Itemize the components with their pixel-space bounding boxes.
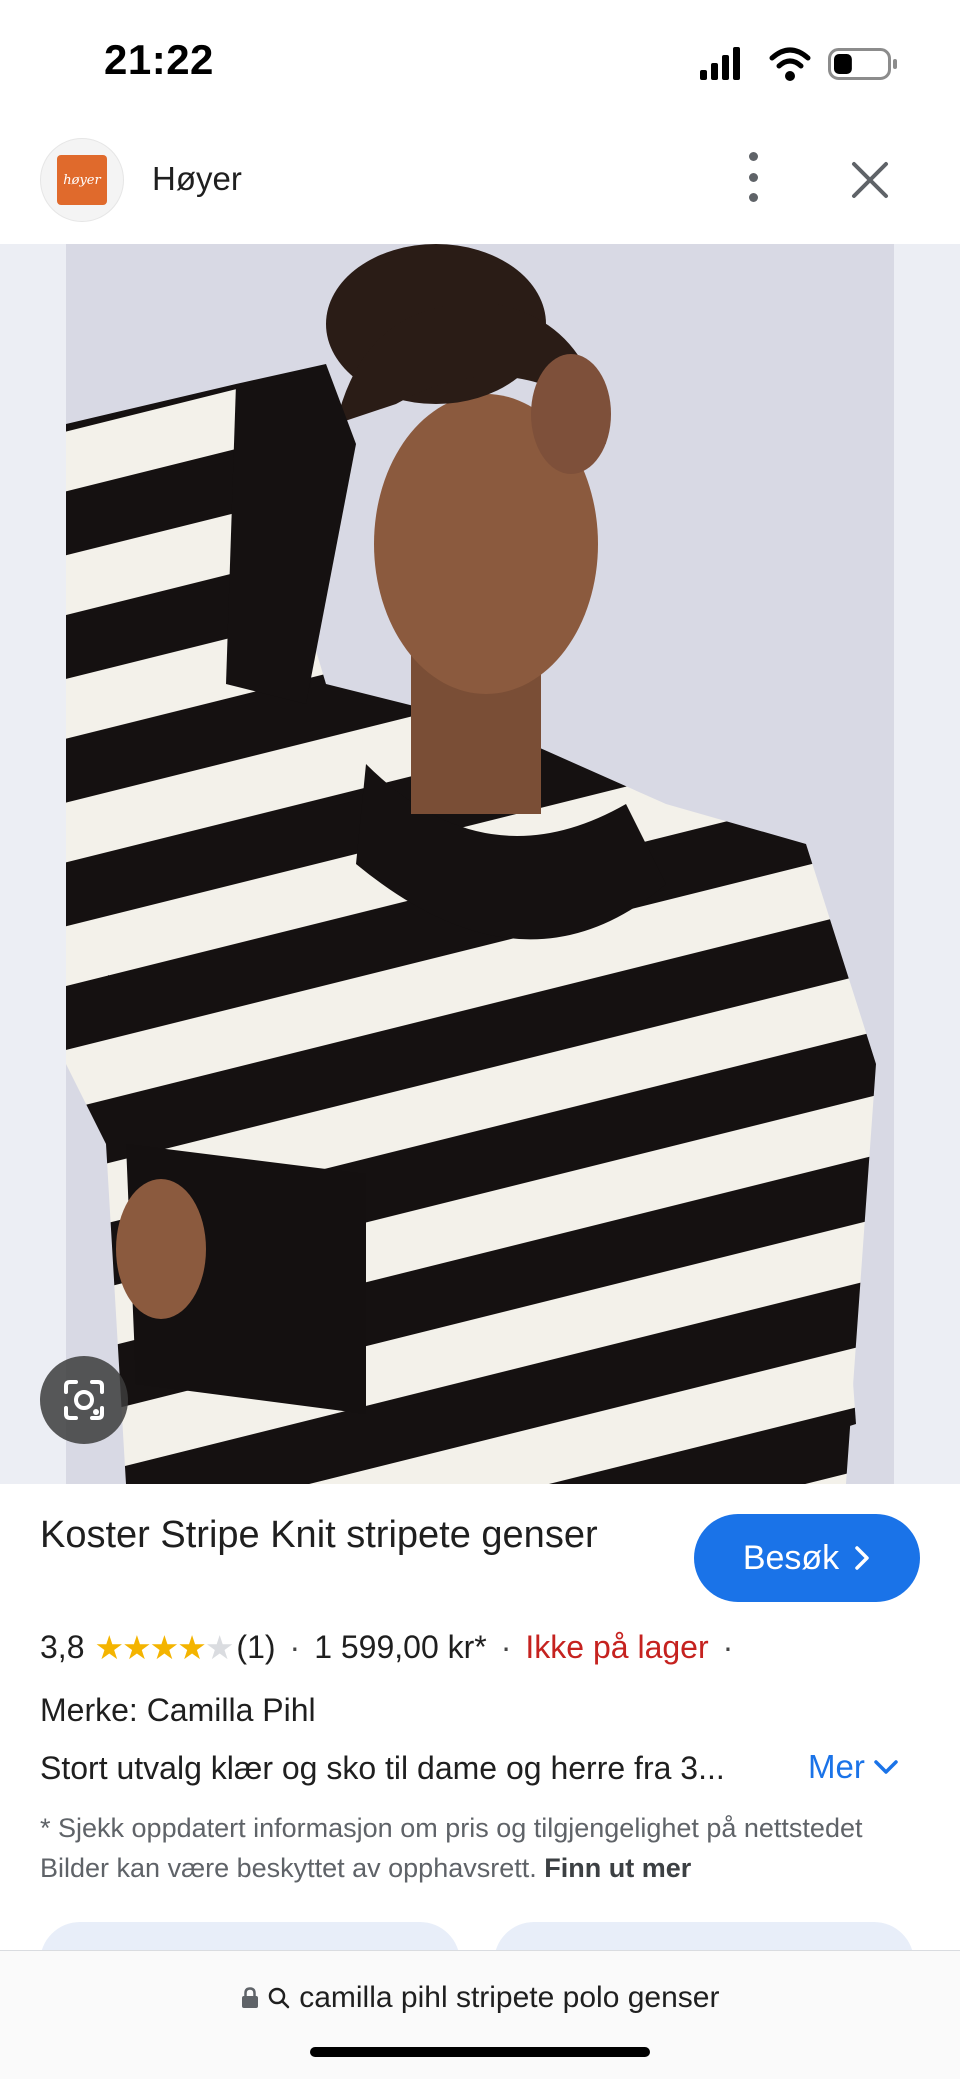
status-icons bbox=[700, 47, 897, 81]
wifi-icon bbox=[769, 47, 811, 81]
chevron-right-icon bbox=[855, 1546, 869, 1570]
site-logo-text: høyer bbox=[63, 172, 101, 188]
close-icon[interactable] bbox=[848, 158, 892, 202]
separator: · bbox=[500, 1629, 512, 1665]
image-area bbox=[0, 244, 960, 1484]
separator: · bbox=[722, 1629, 734, 1665]
site-logo-mark: høyer bbox=[57, 155, 107, 205]
review-count[interactable]: (1) bbox=[236, 1629, 275, 1666]
disclaimer-text: * Sjekk oppdatert informasjon om pris og… bbox=[40, 1813, 863, 1883]
search-icon bbox=[268, 1987, 290, 2009]
more-label: Mer bbox=[808, 1748, 865, 1785]
site-name[interactable]: Høyer bbox=[152, 160, 242, 198]
url-field[interactable]: camilla pihl stripete polo genser bbox=[0, 1981, 960, 2015]
chevron-down-icon bbox=[874, 1760, 898, 1774]
url-text: camilla pihl stripete polo genser bbox=[299, 1981, 720, 2014]
rating-row: 3,8 ★★★★★ (1) · 1 599,00 kr* · Ikke på l… bbox=[40, 1628, 747, 1667]
learn-more-link[interactable]: Finn ut mer bbox=[544, 1853, 691, 1883]
lock-icon bbox=[241, 1987, 258, 2008]
signal-icon bbox=[700, 47, 740, 80]
product-description: Stort utvalg klær og sko til dame og her… bbox=[40, 1750, 725, 1786]
lens-icon bbox=[64, 1380, 104, 1420]
home-indicator bbox=[310, 2047, 650, 2057]
site-logo[interactable]: høyer bbox=[40, 138, 124, 222]
more-vert-icon[interactable] bbox=[735, 152, 771, 202]
visit-button-label: Besøk bbox=[742, 1538, 840, 1577]
product-image[interactable] bbox=[66, 244, 894, 1484]
rating-value: 3,8 bbox=[40, 1629, 85, 1665]
visit-button[interactable]: Besøk bbox=[694, 1514, 920, 1602]
brand: Merke: Camilla Pihl bbox=[40, 1692, 316, 1728]
lens-button[interactable] bbox=[40, 1356, 128, 1444]
url-bar[interactable]: camilla pihl stripete polo genser bbox=[0, 1950, 960, 2079]
product-title[interactable]: Koster Stripe Knit stripete genser bbox=[40, 1510, 660, 1560]
star-rating-icon: ★★★★★ bbox=[94, 1629, 234, 1666]
battery-icon bbox=[828, 48, 897, 80]
separator: · bbox=[289, 1629, 301, 1665]
status-time: 21:22 bbox=[104, 36, 214, 83]
stock-status: Ikke på lager bbox=[525, 1629, 709, 1665]
more-button[interactable]: Mer bbox=[808, 1748, 899, 1786]
disclaimer: * Sjekk oppdatert informasjon om pris og… bbox=[40, 1808, 920, 1888]
site-header: høyer Høyer bbox=[0, 130, 960, 244]
price: 1 599,00 kr* bbox=[314, 1629, 487, 1665]
